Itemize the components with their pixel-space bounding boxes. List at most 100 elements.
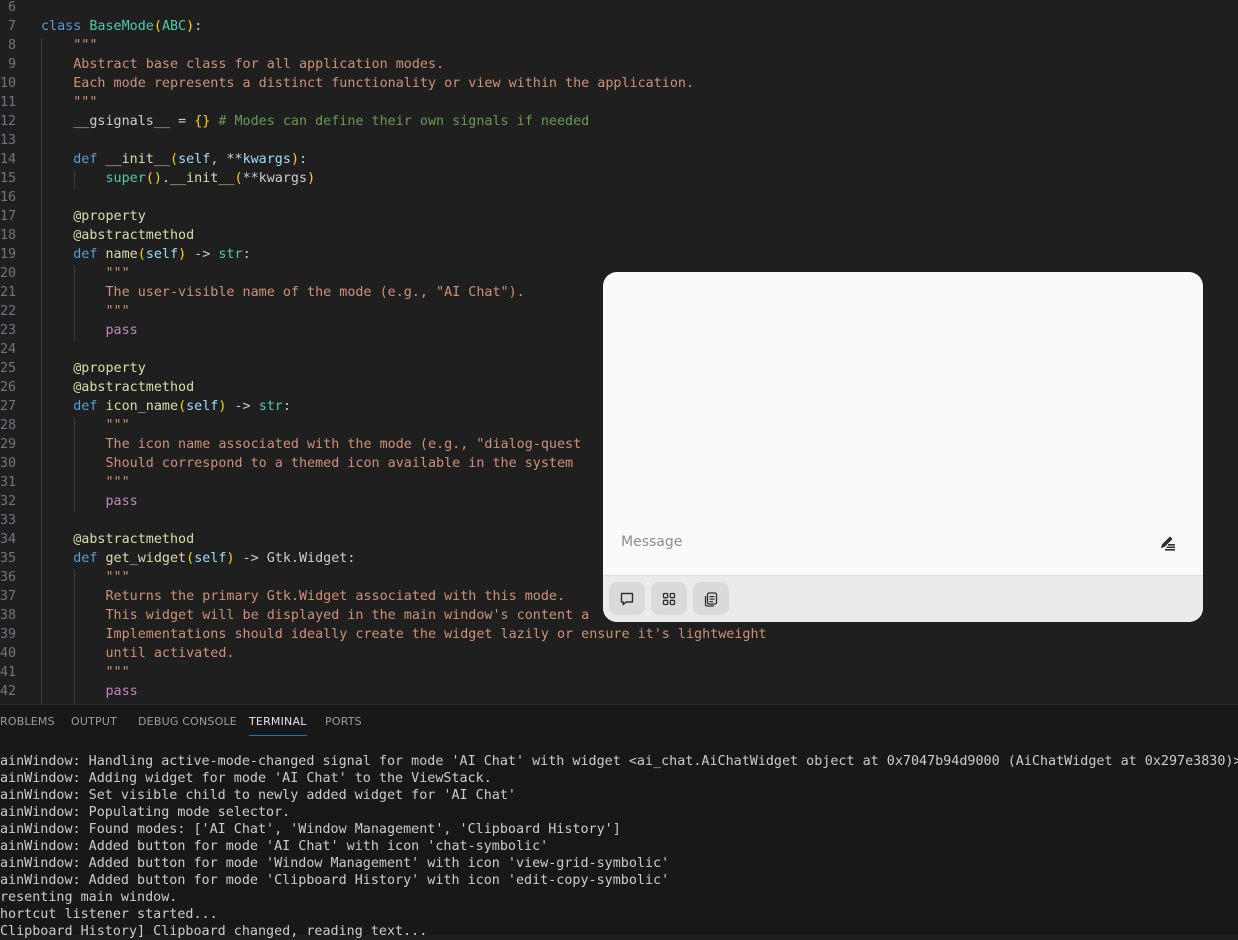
code-token: -> [226, 399, 259, 414]
code-line: 19 def name(self) -> str: [0, 245, 1238, 264]
terminal-output[interactable]: ainWindow: Handling active-mode-changed … [0, 753, 1238, 940]
line-number: 10 [0, 76, 17, 91]
tab-output[interactable]: OUTPUT [71, 715, 117, 728]
line-number: 26 [0, 380, 17, 395]
code-token: """ [105, 475, 130, 490]
line-code: """ [41, 302, 130, 321]
line-number: 38 [0, 608, 17, 623]
code-token: , ** [210, 152, 243, 167]
line-number: 34 [0, 532, 17, 547]
line-code: @property [41, 207, 146, 226]
mode-selector [603, 576, 1203, 622]
ai-chat-mode-button[interactable] [609, 582, 645, 615]
line-number: 31 [0, 475, 17, 490]
indent-guide [74, 265, 75, 341]
clipboard-history-mode-button[interactable] [693, 582, 729, 615]
tab-terminal[interactable]: TERMINAL [249, 715, 307, 736]
terminal-line: resenting main window. [0, 890, 178, 905]
line-code: Implementations should ideally create th… [41, 625, 767, 644]
code-token: This widget will be displayed in the mai… [105, 608, 590, 623]
line-code: """ [41, 568, 130, 587]
chat-history-area [603, 272, 1203, 522]
code-token: pass [105, 684, 138, 699]
line-number: 12 [0, 114, 17, 129]
code-token: def [73, 247, 98, 262]
code-token: ( [178, 399, 187, 414]
view-grid-icon [662, 592, 676, 605]
line-number: 33 [0, 513, 17, 528]
tab-problems[interactable]: ROBLEMS [0, 715, 55, 728]
line-code: def __init__(self, **kwargs): [41, 150, 307, 169]
code-token: ( [153, 19, 162, 34]
code-line: 12 __gsignals__ = {} # Modes can define … [0, 112, 1238, 131]
code-token: ) [226, 551, 235, 566]
line-code: def icon_name(self) -> str: [41, 397, 291, 416]
code-line: 7 class BaseMode(ABC): [0, 17, 1238, 36]
line-number: 17 [0, 209, 17, 224]
code-token: str [218, 247, 243, 262]
line-number: 37 [0, 589, 17, 604]
code-token: """ [105, 665, 130, 680]
code-token: ) [290, 152, 299, 167]
line-number: 20 [0, 266, 17, 281]
send-button[interactable] [1158, 533, 1178, 553]
code-token: ABC [161, 19, 187, 34]
line-number: 16 [0, 190, 17, 205]
code-token: self [145, 247, 179, 262]
line-number: 29 [0, 437, 17, 452]
line-code: """ [41, 36, 97, 55]
message-input[interactable] [621, 534, 1121, 550]
line-number: 14 [0, 152, 17, 167]
code-token: __gsignals__ = [41, 114, 195, 129]
bottom-panel: ROBLEMS OUTPUT DEBUG CONSOLE TERMINAL PO… [0, 704, 1238, 939]
code-token: # Modes can define their own signals if … [218, 114, 590, 129]
terminal-line: ainWindow: Populating mode selector. [0, 805, 291, 820]
code-token: def [73, 152, 98, 167]
code-line: 8 """ [0, 36, 1238, 55]
code-token: def [73, 399, 98, 414]
chat-icon [620, 592, 634, 605]
code-token: self [194, 551, 227, 566]
tab-ports[interactable]: PORTS [325, 715, 362, 728]
code-line: 14 def __init__(self, **kwargs): [0, 150, 1238, 169]
ai-chat-window [603, 272, 1203, 622]
line-number: 41 [0, 665, 17, 680]
code-token: until activated. [105, 646, 235, 661]
code-token: . [161, 171, 170, 186]
line-code: class BaseMode(ABC): [41, 17, 202, 36]
code-token: @property [73, 361, 146, 376]
code-line: 11 """ [0, 93, 1238, 112]
code-token: ( [170, 152, 179, 167]
line-number: 39 [0, 627, 17, 642]
line-number: 40 [0, 646, 17, 661]
code-token: : [282, 399, 291, 414]
code-token: super [105, 171, 146, 186]
line-number: 7 [7, 19, 16, 34]
code-line: 17 @property [0, 207, 1238, 226]
code-token: """ [105, 570, 130, 585]
line-number: 15 [0, 171, 17, 186]
code-token: Should correspond to a themed icon avail… [105, 456, 574, 471]
code-token: Returns the primary Gtk.Widget associate… [105, 589, 566, 604]
line-number: 32 [0, 494, 17, 509]
code-token: Implementations should ideally create th… [105, 627, 767, 642]
tab-debug-console[interactable]: DEBUG CONSOLE [138, 715, 237, 728]
line-code: Should correspond to a themed icon avail… [41, 454, 574, 473]
code-line: 41 """ [0, 663, 1238, 682]
window-management-mode-button[interactable] [651, 582, 687, 615]
line-number: 30 [0, 456, 17, 471]
code-line: 10 Each mode represents a distinct funct… [0, 74, 1238, 93]
terminal-line: ainWindow: Handling active-mode-changed … [0, 754, 1238, 769]
edit-copy-icon [704, 591, 718, 607]
code-token: BaseMode [89, 19, 154, 34]
line-number: 9 [7, 57, 16, 72]
code-token: icon_name [105, 399, 179, 414]
terminal-line: ainWindow: Adding widget for mode 'AI Ch… [0, 771, 492, 786]
